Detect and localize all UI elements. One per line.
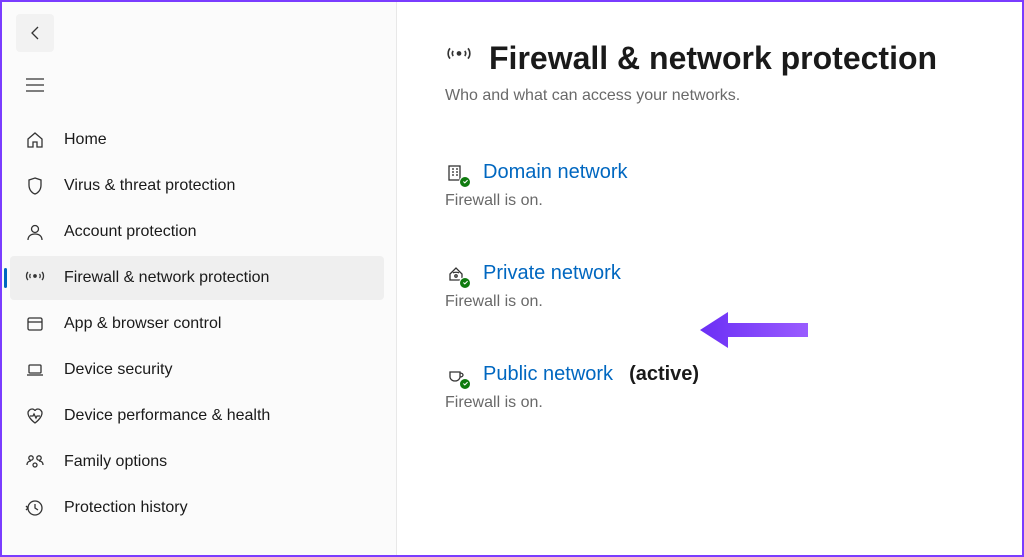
sidebar-item-device-performance[interactable]: Device performance & health <box>10 394 384 438</box>
sidebar-item-device-security[interactable]: Device security <box>10 348 384 392</box>
sidebar-item-label: Home <box>64 131 107 149</box>
domain-network-link[interactable]: Domain network <box>483 161 628 184</box>
antenna-icon <box>24 267 46 289</box>
sidebar-item-label: Protection history <box>64 499 188 517</box>
antenna-icon <box>445 43 473 74</box>
sidebar-item-app-browser[interactable]: App & browser control <box>10 302 384 346</box>
page-header: Firewall & network protection <box>445 40 992 77</box>
account-icon <box>24 221 46 243</box>
building-icon <box>445 162 467 184</box>
house-network-icon <box>445 263 467 285</box>
arrow-left-icon <box>27 25 43 41</box>
shield-icon <box>24 175 46 197</box>
sidebar-item-protection-history[interactable]: Protection history <box>10 486 384 530</box>
sidebar-item-label: Virus & threat protection <box>64 177 235 195</box>
network-section-private: Private network Firewall is on. <box>445 262 992 311</box>
sidebar-item-home[interactable]: Home <box>10 118 384 162</box>
sidebar-item-label: App & browser control <box>64 315 221 333</box>
cafe-icon <box>445 364 467 386</box>
sidebar-item-account[interactable]: Account protection <box>10 210 384 254</box>
back-button[interactable] <box>16 14 54 52</box>
check-badge-icon <box>459 176 471 188</box>
private-network-link[interactable]: Private network <box>483 262 621 285</box>
history-icon <box>24 497 46 519</box>
sidebar-item-virus[interactable]: Virus & threat protection <box>10 164 384 208</box>
check-badge-icon <box>459 378 471 390</box>
page-subtitle: Who and what can access your networks. <box>445 87 992 105</box>
network-status: Firewall is on. <box>445 394 992 412</box>
menu-button[interactable] <box>16 66 54 104</box>
network-status: Firewall is on. <box>445 293 992 311</box>
sidebar-item-label: Account protection <box>64 223 197 241</box>
hamburger-icon <box>26 78 44 92</box>
network-status: Firewall is on. <box>445 192 992 210</box>
laptop-icon <box>24 359 46 381</box>
sidebar-item-label: Family options <box>64 453 167 471</box>
app-icon <box>24 313 46 335</box>
check-badge-icon <box>459 277 471 289</box>
network-section-domain: Domain network Firewall is on. <box>445 161 992 210</box>
sidebar-item-label: Device performance & health <box>64 407 270 425</box>
sidebar-item-family[interactable]: Family options <box>10 440 384 484</box>
sidebar-item-label: Device security <box>64 361 172 379</box>
page-title: Firewall & network protection <box>489 40 937 77</box>
sidebar-item-firewall[interactable]: Firewall & network protection <box>10 256 384 300</box>
network-section-public: Public network (active) Firewall is on. <box>445 363 992 412</box>
heart-rate-icon <box>24 405 46 427</box>
public-network-link[interactable]: Public network <box>483 363 613 386</box>
family-icon <box>24 451 46 473</box>
home-icon <box>24 129 46 151</box>
active-badge: (active) <box>629 363 699 386</box>
sidebar-item-label: Firewall & network protection <box>64 269 269 287</box>
main-content: Firewall & network protection Who and wh… <box>397 2 1022 555</box>
sidebar: Home Virus & threat protection Account p… <box>2 2 397 555</box>
